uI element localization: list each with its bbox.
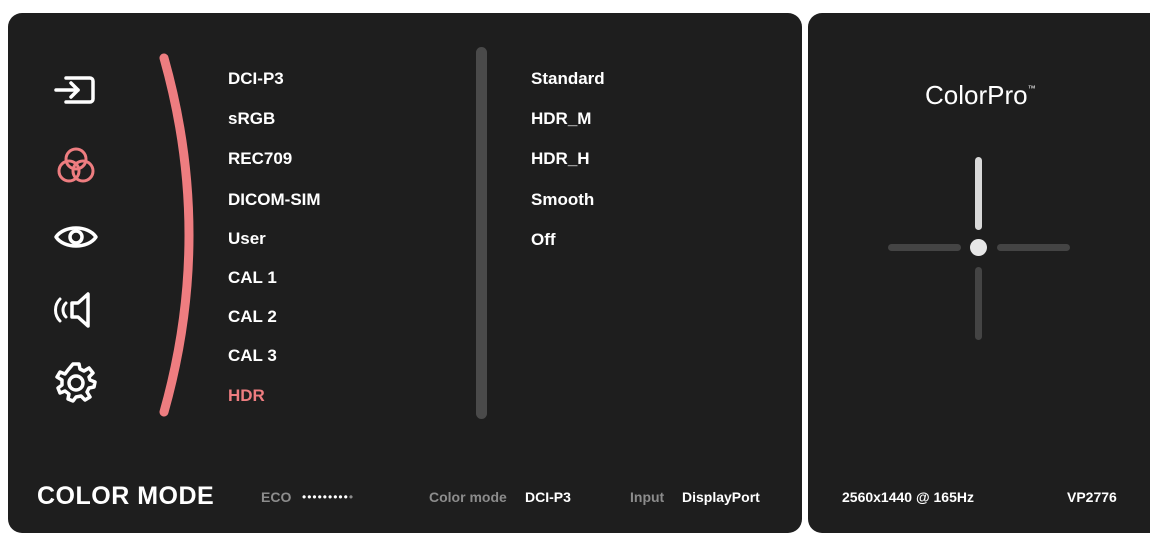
menu-item-hdr[interactable]: HDR [228,386,265,406]
color-mode-label: Color mode [429,489,507,505]
color-mode-value: DCI-P3 [525,489,571,505]
brand-name: ColorPro [925,80,1028,110]
scrollbar[interactable] [476,47,487,419]
joystick-right-indicator [997,244,1070,251]
selection-arc [150,50,210,420]
joystick-up-indicator [975,157,982,230]
menu-item-cal-2[interactable]: CAL 2 [228,307,277,327]
menu-item-srgb[interactable]: sRGB [228,109,275,129]
submenu-item-off[interactable]: Off [531,230,556,250]
menu-item-cal-1[interactable]: CAL 1 [228,268,277,288]
eco-level-indicator: •••••••••• [302,490,354,504]
joystick-left-indicator [888,244,961,251]
audio-icon[interactable] [52,286,100,334]
submenu-item-hdr-h[interactable]: HDR_H [531,149,590,169]
eco-label: ECO [261,489,292,505]
menu-item-dicom-sim[interactable]: DICOM-SIM [228,190,321,210]
resolution-readout: 2560x1440 @ 165Hz [842,489,974,505]
menu-item-dci-p3[interactable]: DCI-P3 [228,69,284,89]
menu-item-rec709[interactable]: REC709 [228,149,292,169]
joystick-center-indicator [970,239,987,256]
input-label: Input [630,489,665,505]
eco-dots-inactive: • [348,490,355,504]
menu-item-cal-3[interactable]: CAL 3 [228,346,277,366]
submenu-item-smooth[interactable]: Smooth [531,190,594,210]
color-adjust-icon[interactable] [52,143,100,191]
submenu-item-hdr-m[interactable]: HDR_M [531,109,591,129]
eye-icon[interactable] [52,213,100,261]
input-icon[interactable] [52,66,100,114]
page-title: COLOR MODE [37,482,215,510]
model-name: VP2776 [1067,489,1117,505]
menu-item-user[interactable]: User [228,229,266,249]
eco-dots-active: ••••••••• [302,490,349,504]
settings-gear-icon[interactable] [52,358,100,406]
joystick-down-indicator [975,267,982,340]
submenu-item-standard[interactable]: Standard [531,69,605,89]
input-value: DisplayPort [682,489,760,505]
brand-logo: ColorPro™ [925,80,1036,111]
trademark-symbol: ™ [1027,84,1036,93]
osd-main-panel [8,13,802,533]
